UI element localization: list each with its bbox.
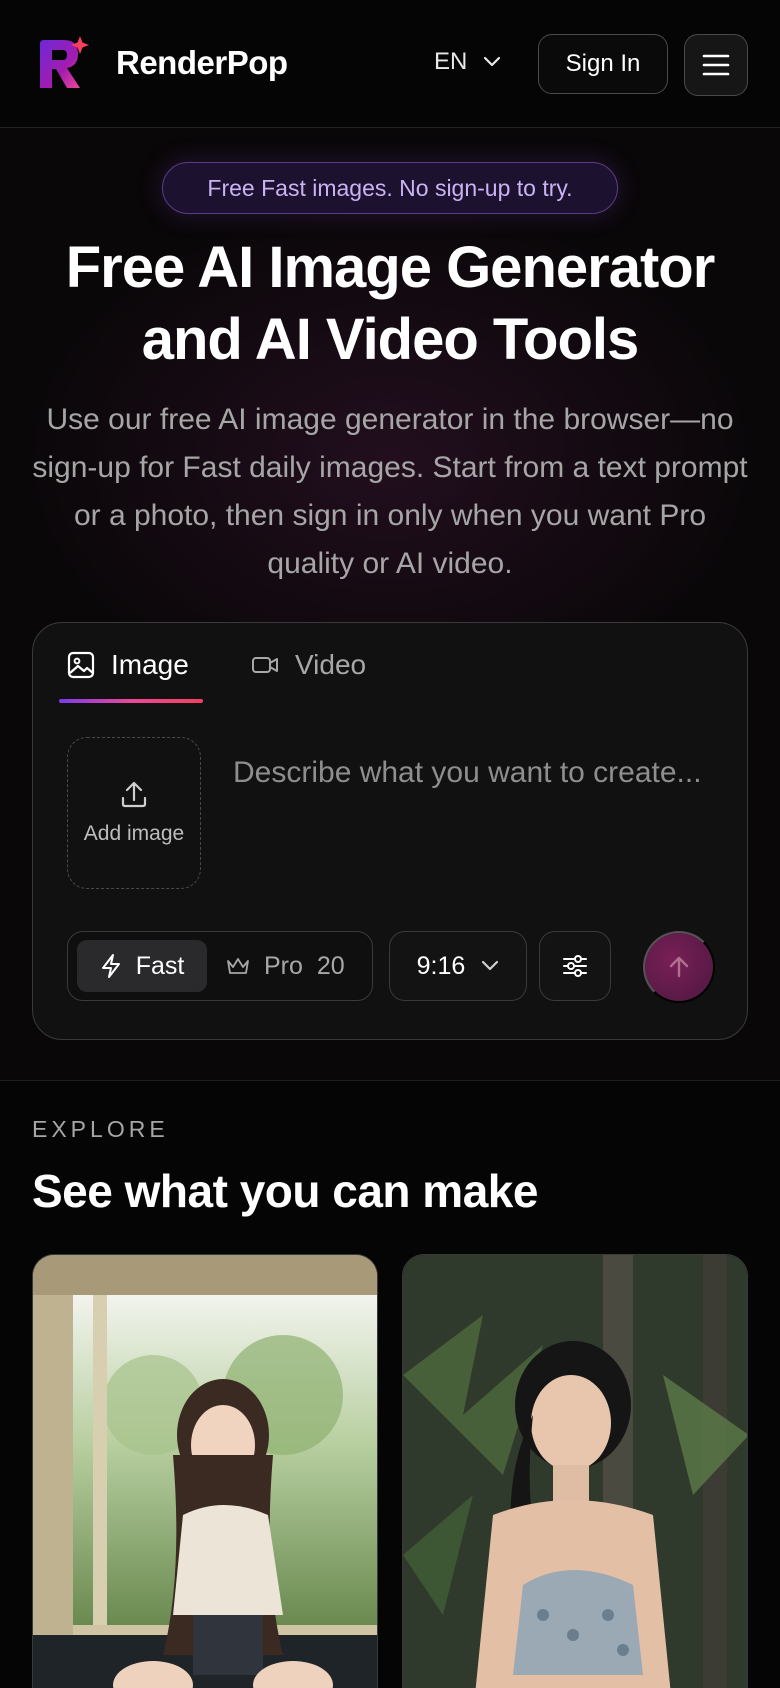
image-icon (67, 651, 95, 679)
aspect-ratio-select[interactable]: 9:16 (389, 931, 527, 1001)
explore-eyebrow: EXPLORE (32, 1116, 169, 1142)
add-image-button[interactable]: Add image (67, 737, 201, 889)
menu-button[interactable] (684, 34, 748, 96)
brand-name[interactable]: RenderPop (116, 44, 288, 82)
hamburger-icon (702, 54, 730, 76)
video-icon (252, 657, 278, 673)
generate-button[interactable] (643, 931, 715, 1003)
mode-fast-label: Fast (135, 951, 185, 980)
gallery-photo (33, 1255, 377, 1688)
tab-image[interactable]: Image (67, 649, 189, 681)
mode-pro-button[interactable]: Pro 20 (226, 940, 366, 992)
page-title-line-2: and AI Video Tools (141, 307, 640, 372)
gallery-card[interactable] (402, 1254, 748, 1688)
explore-title: See what you can make (32, 1165, 538, 1217)
chevron-down-icon (484, 56, 501, 67)
free-badge: Free Fast images. No sign-up to try. (162, 162, 618, 214)
aspect-ratio-value: 9:16 (416, 951, 466, 980)
lightning-icon (101, 954, 120, 978)
language-selector[interactable]: EN (434, 48, 501, 76)
tab-video[interactable]: Video (251, 649, 366, 681)
top-navigation: RenderPop EN Sign In (0, 0, 780, 128)
page-subtitle: Use our free AI image generator in the b… (32, 403, 748, 580)
prompt-input[interactable] (233, 747, 703, 867)
advanced-settings-button[interactable] (539, 931, 611, 1001)
page-title-line-1: Free AI Image Generator (65, 235, 716, 300)
mode-pro-cost: 20 (316, 951, 345, 980)
sliders-icon (563, 955, 587, 977)
tab-video-label: Video (295, 649, 367, 680)
mode-fast-button[interactable]: Fast (77, 940, 207, 992)
upload-icon (121, 781, 147, 808)
add-image-label: Add image (83, 822, 185, 845)
chevron-down-icon (482, 960, 499, 971)
gallery-photo (403, 1255, 747, 1688)
generator-composer: Image Video Add image Fast Pro 20 (32, 622, 748, 1040)
mode-pro-label: Pro (264, 951, 303, 980)
gallery-card[interactable] (32, 1254, 378, 1688)
active-tab-indicator (59, 699, 203, 703)
quality-mode-toggle: Fast Pro 20 (67, 931, 373, 1001)
language-label: EN (434, 48, 468, 75)
page-title: Free AI Image Generator and AI Video Too… (0, 232, 780, 376)
crown-icon (227, 958, 249, 974)
tab-image-label: Image (111, 649, 189, 680)
section-divider (0, 1080, 780, 1081)
renderpop-logo-icon[interactable] (34, 34, 92, 94)
arrow-up-icon (669, 956, 689, 978)
sign-in-button[interactable]: Sign In (538, 34, 668, 94)
